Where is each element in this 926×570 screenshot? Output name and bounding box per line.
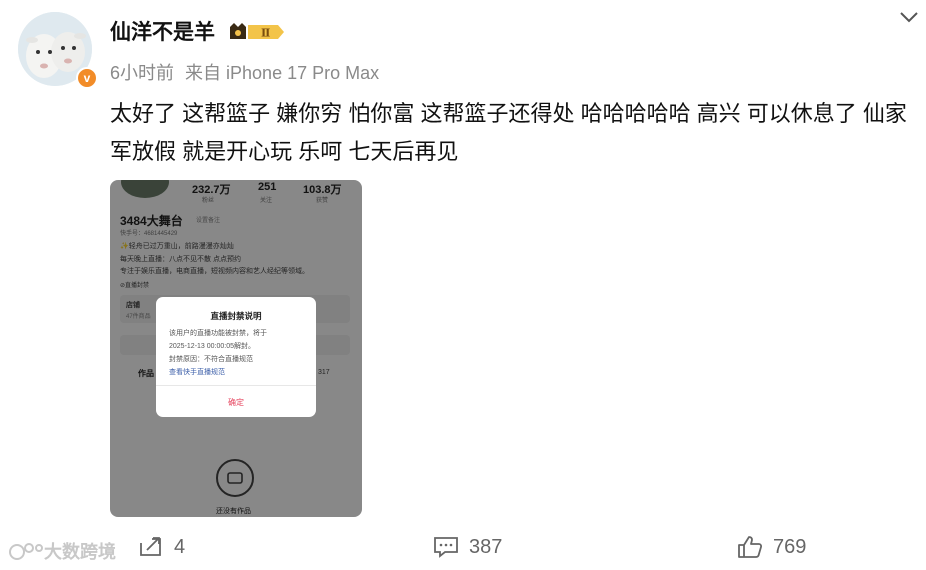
like-count: 769 (773, 535, 807, 558)
post-meta: 6小时前 来自 iPhone 17 Pro Max (110, 59, 385, 85)
dialog-confirm-button: 确定 (228, 398, 244, 407)
comment-icon (434, 537, 458, 558)
share-count: 4 (174, 535, 186, 558)
post-time: 6小时前 (110, 63, 175, 83)
ban-dialog: 直播封禁说明 该用户的直播功能被封禁，将于 2025-12-13 00:00:0… (156, 297, 316, 417)
thumbs-up-icon (738, 536, 763, 558)
username[interactable]: 仙洋不是羊 (110, 16, 215, 46)
like-button[interactable]: 769 (737, 535, 806, 559)
watermark-logo-icon (9, 543, 43, 560)
post-source: 来自 iPhone 17 Pro Max (185, 63, 380, 83)
share-icon (140, 537, 161, 556)
post-text: 太好了 这帮篮子 嫌你穷 怕你富 这帮篮子还得处 哈哈哈哈哈 高兴 可以休息了 … (110, 101, 907, 164)
dialog-line: 该用户的直播功能被封禁，将于 (169, 330, 267, 337)
chevron-down-icon[interactable] (898, 8, 920, 26)
dialog-divider (156, 385, 316, 386)
dialog-title: 直播封禁说明 (210, 311, 262, 321)
watermark-text: 大数跨境 (44, 542, 116, 562)
dialog-line: 封禁原因：不符合直播规范 (169, 356, 253, 363)
comment-count: 387 (469, 535, 503, 558)
dialog-line: 2025-12-13 00:00:05解封。 (169, 343, 255, 350)
post-image[interactable]: 232.7万 粉丝 251 关注 103.8万 获赞 3484大舞台 设置备注 … (110, 180, 362, 517)
comment-button[interactable]: 387 (433, 535, 502, 559)
svg-text:Ⅱ: Ⅱ (261, 27, 270, 40)
verified-badge-icon: v (76, 67, 98, 89)
watermark: 大数跨境 (8, 538, 116, 564)
share-button[interactable]: 4 (138, 535, 185, 559)
level-badge-icon: Ⅱ (228, 21, 286, 43)
dialog-rules-link: 查看快手直播规范 (169, 369, 225, 376)
